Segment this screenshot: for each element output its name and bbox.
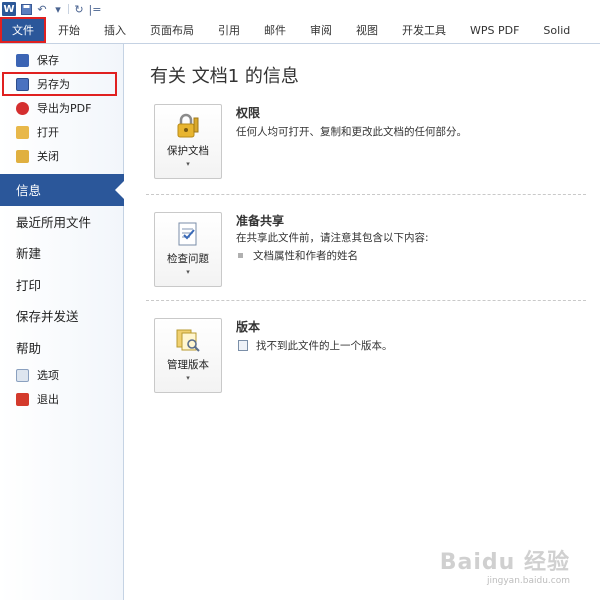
tab-home[interactable]: 开始 (46, 17, 92, 43)
exit-icon (16, 392, 29, 406)
tab-wps-pdf[interactable]: WPS PDF (458, 17, 531, 43)
nav-new[interactable]: 新建 (0, 237, 123, 269)
chevron-down-icon: ▾ (186, 374, 190, 382)
bullet-icon (238, 253, 243, 258)
tab-view[interactable]: 视图 (344, 17, 390, 43)
ribbon-tabs: 文件 开始 插入 页面布局 引用 邮件 审阅 视图 开发工具 WPS PDF S… (0, 17, 600, 44)
nav-options-label: 选项 (37, 369, 59, 382)
bullet-text: 文档属性和作者的姓名 (253, 250, 358, 262)
nav-export-pdf[interactable]: 导出为PDF (0, 96, 123, 120)
nav-open[interactable]: 打开 (0, 120, 123, 144)
nav-save[interactable]: 保存 (0, 48, 123, 72)
tab-file[interactable]: 文件 (0, 17, 46, 43)
permissions-desc: 任何人均可打开、复制和更改此文档的任何部分。 (236, 126, 467, 138)
watermark-main: Baidu 经验 (439, 550, 570, 575)
pdf-icon (16, 101, 29, 115)
tab-references[interactable]: 引用 (206, 17, 252, 43)
nav-print[interactable]: 打印 (0, 269, 123, 301)
nav-open-label: 打开 (37, 126, 59, 139)
check-issues-label: 检查问题 (167, 253, 209, 265)
chevron-down-icon: ▾ (186, 160, 190, 168)
close-folder-icon (16, 149, 29, 163)
chevron-down-icon[interactable]: ▾ (52, 3, 64, 16)
watermark: Baidu 经验 jingyan.baidu.com (440, 544, 570, 586)
nav-save-label: 保存 (37, 54, 59, 67)
nav-save-as[interactable]: 另存为 (2, 72, 117, 96)
tab-insert[interactable]: 插入 (92, 17, 138, 43)
lock-key-icon (173, 113, 203, 139)
open-folder-icon (16, 125, 29, 139)
tab-solid[interactable]: Solid (531, 17, 582, 43)
nav-help[interactable]: 帮助 (0, 332, 123, 364)
versions-desc: 找不到此文件的上一个版本。 (256, 340, 393, 352)
nav-info[interactable]: 信息 (0, 174, 124, 206)
nav-save-send[interactable]: 保存并发送 (0, 300, 123, 332)
nav-recent[interactable]: 最近所用文件 (0, 206, 123, 238)
prepare-heading: 准备共享 (236, 214, 285, 228)
protect-document-button[interactable]: 保护文档 ▾ (154, 104, 222, 179)
chevron-down-icon: ▾ (186, 268, 190, 276)
quick-access-toolbar: W ↶ ▾ ↻ |= (0, 0, 600, 18)
protect-document-label: 保护文档 (167, 145, 209, 157)
page-title: 有关 文档1 的信息 (150, 66, 299, 87)
document-icon (238, 340, 248, 351)
nav-exit-label: 退出 (37, 393, 59, 406)
customize-qat-icon[interactable]: |= (89, 3, 102, 16)
prepare-section: 检查问题 ▾ 准备共享 在共享此文件前，请注意其包含以下内容: 文档属性和作者的… (146, 208, 582, 288)
tab-review[interactable]: 审阅 (298, 17, 344, 43)
nav-exit[interactable]: 退出 (0, 387, 123, 411)
versions-icon (173, 327, 203, 353)
permissions-section: 保护文档 ▾ 权限 任何人均可打开、复制和更改此文档的任何部分。 (146, 100, 582, 180)
options-icon (16, 368, 29, 382)
tab-developer[interactable]: 开发工具 (390, 17, 458, 43)
divider (146, 194, 586, 195)
nav-export-pdf-label: 导出为PDF (37, 102, 92, 115)
inspect-document-icon (173, 221, 203, 247)
save-icon[interactable] (20, 3, 32, 15)
nav-options[interactable]: 选项 (0, 363, 123, 387)
tab-page-layout[interactable]: 页面布局 (138, 17, 206, 43)
versions-line: 找不到此文件的上一个版本。 (238, 338, 393, 353)
nav-close-label: 关闭 (37, 150, 59, 163)
divider (146, 300, 586, 301)
tab-mailings[interactable]: 邮件 (252, 17, 298, 43)
save-as-icon (16, 77, 29, 91)
watermark-sub: jingyan.baidu.com (486, 576, 570, 586)
prepare-desc: 在共享此文件前，请注意其包含以下内容: (236, 232, 429, 244)
versions-heading: 版本 (236, 320, 261, 334)
info-pane: 有关 文档1 的信息 保护文档 ▾ 权限 任何人均可打开、复制和更改此文档的任何… (124, 44, 600, 600)
check-issues-button[interactable]: 检查问题 ▾ (154, 212, 222, 287)
manage-versions-button[interactable]: 管理版本 ▾ (154, 318, 222, 393)
word-logo-icon[interactable]: W (2, 2, 16, 16)
nav-close[interactable]: 关闭 (0, 144, 123, 168)
versions-section: 管理版本 ▾ 版本 找不到此文件的上一个版本。 (146, 314, 582, 394)
permissions-heading: 权限 (236, 106, 261, 120)
manage-versions-label: 管理版本 (167, 359, 209, 371)
redo-icon[interactable]: ↻ (73, 3, 85, 16)
undo-icon[interactable]: ↶ (36, 3, 48, 16)
save-icon (16, 53, 29, 67)
nav-save-as-label: 另存为 (37, 78, 70, 91)
list-item: 文档属性和作者的姓名 (238, 248, 358, 263)
divider (68, 4, 69, 14)
backstage-nav: 保存 另存为 导出为PDF 打开 关闭 信息 最近所用文件 新建 打印 保存并发… (0, 44, 124, 600)
